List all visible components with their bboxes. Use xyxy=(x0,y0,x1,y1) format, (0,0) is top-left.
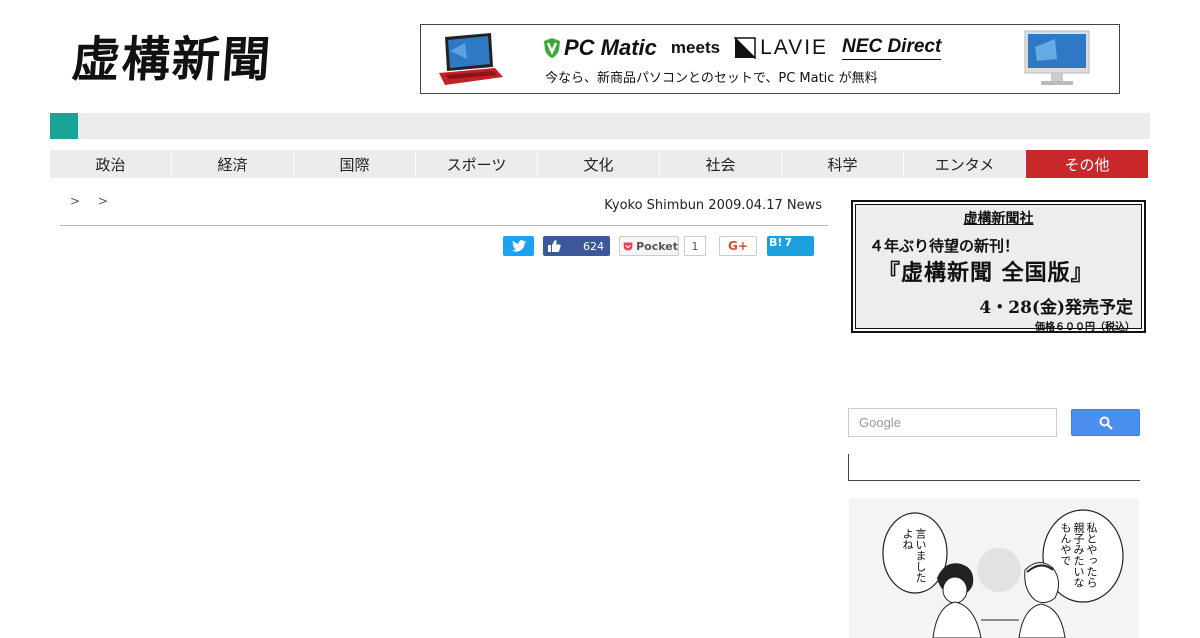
pocket-label: Pocket xyxy=(636,239,678,253)
nav-item-politics[interactable]: 政治 xyxy=(50,150,172,178)
pocket-icon xyxy=(623,242,633,250)
monitor-image xyxy=(1024,30,1090,85)
breadcrumb-separator: > xyxy=(70,194,81,208)
nav-item-other[interactable]: その他 xyxy=(1026,150,1148,178)
accent-block xyxy=(50,113,78,139)
book-ad[interactable]: 虚構新聞社 ４年ぶり待望の新刊！ 『虚構新聞 全国版』 4・28(金)発売予定 … xyxy=(851,200,1146,333)
nav-item-science[interactable]: 科学 xyxy=(782,150,904,178)
facebook-like-button[interactable]: 624 xyxy=(543,236,610,256)
nav-item-international[interactable]: 国際 xyxy=(294,150,416,178)
gplus-button[interactable]: G+ xyxy=(719,236,757,256)
book-ad-inner: 虚構新聞社 ４年ぶり待望の新刊！ 『虚構新聞 全国版』 4・28(金)発売予定 … xyxy=(855,204,1142,333)
laptop-image xyxy=(439,33,503,85)
meets-text: meets xyxy=(670,38,721,57)
nav-item-culture[interactable]: 文化 xyxy=(538,150,660,178)
nav-item-society[interactable]: 社会 xyxy=(660,150,782,178)
speech-bubble-right: 私とやったら 親子みたいな もんやで xyxy=(1059,522,1098,588)
pocket-count: 1 xyxy=(684,236,706,256)
twitter-icon xyxy=(511,240,526,252)
site-logo[interactable]: 虚構新聞 xyxy=(70,28,274,92)
speech-bubble-left: 言いました よね xyxy=(901,528,927,583)
search-icon xyxy=(1099,416,1113,430)
breadcrumb: > > xyxy=(70,194,122,208)
pocket-button[interactable]: Pocket xyxy=(619,236,679,256)
manga-illustration[interactable]: 言いました よね 私とやったら 親子みたいな もんやで xyxy=(849,498,1139,638)
banner-copy: 今なら、新商品パソコンとのセットで、PC Matic が無料 xyxy=(545,71,878,86)
pc-matic-text: PC Matic xyxy=(564,35,657,60)
nav-item-economy[interactable]: 経済 xyxy=(172,150,294,178)
ad-banner[interactable]: PC Matic meets LAVIE NEC Direct 今なら、新商品パ… xyxy=(420,24,1120,94)
ad-release-date: 4・28(金)発売予定 xyxy=(979,298,1133,318)
header-strip xyxy=(50,113,1150,139)
search-input[interactable] xyxy=(848,408,1057,437)
breadcrumb-separator: > xyxy=(97,194,108,208)
thumbs-up-icon xyxy=(548,240,561,252)
ad-price: 価格６００円（税込） xyxy=(1035,322,1135,333)
nec-direct-logo: NEC Direct xyxy=(842,36,942,60)
ad-tagline: ４年ぶり待望の新刊！ xyxy=(869,237,1020,255)
lavie-logo: LAVIE xyxy=(734,36,828,60)
main-nav: 政治 経済 国際 スポーツ 文化 社会 科学 エンタメ その他 xyxy=(50,150,1148,178)
hatena-bookmark-button[interactable]: B! 7 xyxy=(767,236,814,256)
ad-publisher-text: 虚構新聞社 xyxy=(963,211,1034,227)
lavie-text: LAVIE xyxy=(760,36,829,59)
hatena-icon: B! xyxy=(769,236,783,249)
lavie-mark-icon xyxy=(734,37,756,59)
search-button[interactable] xyxy=(1071,409,1140,436)
divider xyxy=(60,225,828,226)
article-byline: Kyoko Shimbun 2009.04.17 News xyxy=(604,198,822,213)
nav-item-sports[interactable]: スポーツ xyxy=(416,150,538,178)
shield-icon xyxy=(544,38,560,58)
twitter-share-button[interactable] xyxy=(503,236,534,256)
hatena-count: 7 xyxy=(784,236,793,249)
facebook-count: 624 xyxy=(583,239,604,253)
ad-publisher: 虚構新聞社 xyxy=(856,208,1141,228)
sidebar-widget-box xyxy=(848,454,1140,481)
nav-item-entertainment[interactable]: エンタメ xyxy=(904,150,1026,178)
pc-matic-logo: PC Matic xyxy=(543,35,657,61)
ad-book-title: 『虚構新聞 全国版』 xyxy=(878,260,1094,286)
